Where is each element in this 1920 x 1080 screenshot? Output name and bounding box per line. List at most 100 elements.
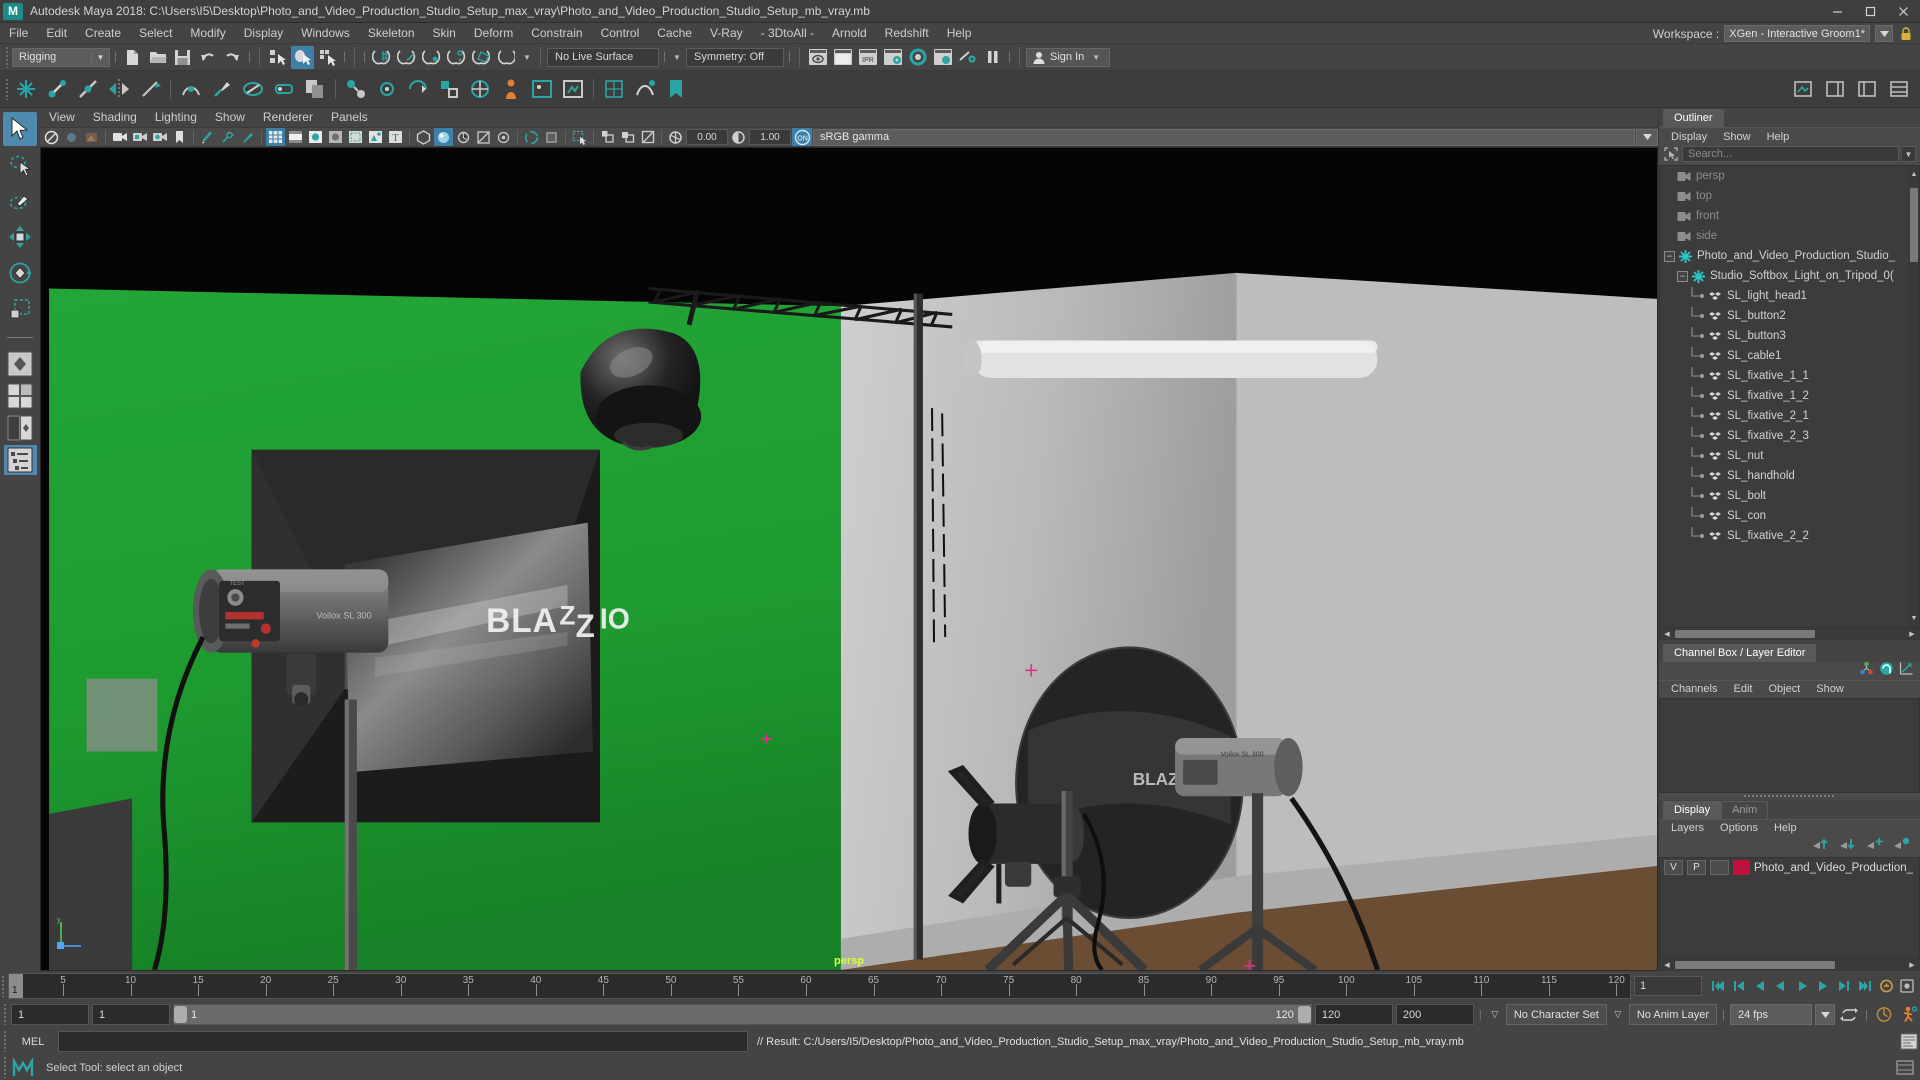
tab-outliner[interactable]: Outliner <box>1663 109 1724 127</box>
step-back-frame-icon[interactable] <box>1750 976 1770 996</box>
select-filter-icon[interactable] <box>1663 146 1679 162</box>
close-button[interactable] <box>1887 0 1920 23</box>
menu-control[interactable]: Control <box>592 23 649 44</box>
chevron-down-icon[interactable] <box>1875 25 1893 42</box>
outliner-item-sl-fixative-1-1[interactable]: SL_fixative_1_1 <box>1660 366 1919 386</box>
range-start-total-field[interactable]: 1 <box>11 1004 89 1025</box>
grease-pencil-icon[interactable] <box>198 128 217 146</box>
quick-layout-outliner-persp[interactable] <box>3 445 37 475</box>
scroll-down-icon[interactable]: ▼ <box>1908 613 1919 625</box>
menu-cache[interactable]: Cache <box>648 23 701 44</box>
use-all-lights-icon[interactable] <box>366 128 385 146</box>
scale-tool[interactable] <box>3 292 37 326</box>
render-settings-icon[interactable] <box>881 46 904 69</box>
gamma-icon[interactable] <box>729 128 748 146</box>
menu-select[interactable]: Select <box>130 23 181 44</box>
sign-in-button[interactable]: Sign In ▼ <box>1026 47 1111 67</box>
channelbox-menu-channels[interactable]: Channels <box>1663 683 1725 695</box>
move-layer-down-icon[interactable] <box>1839 837 1856 856</box>
motion-blur-icon[interactable] <box>454 128 473 146</box>
select-camera-icon[interactable] <box>42 128 61 146</box>
anim-layer-dropdown-icon[interactable]: ▽ <box>1610 1009 1626 1020</box>
outliner-item-persp[interactable]: persp <box>1660 166 1919 186</box>
outliner-item-photo-and-video-production-studio-[interactable]: − Photo_and_Video_Production_Studio_ <box>1660 246 1919 266</box>
lock-camera-icon[interactable] <box>62 128 81 146</box>
menu-help[interactable]: Help <box>938 23 981 44</box>
character-set-dropdown-icon[interactable]: ▽ <box>1487 1009 1503 1020</box>
rotate-tool[interactable] <box>3 256 37 290</box>
isolate-select-icon[interactable] <box>522 128 541 146</box>
snap-to-grid-icon[interactable] <box>370 46 393 69</box>
menu-create[interactable]: Create <box>76 23 130 44</box>
outliner-item-sl-cable1[interactable]: SL_cable1 <box>1660 346 1919 366</box>
interactive-bind-icon[interactable] <box>269 74 299 104</box>
character-animation-icon[interactable] <box>1898 1004 1920 1025</box>
outliner-item-sl-fixative-2-2[interactable]: SL_fixative_2_2 <box>1660 526 1919 546</box>
auto-keyframe-toggle-icon[interactable] <box>1876 976 1896 996</box>
paint-skin-weights-icon[interactable] <box>207 74 237 104</box>
scrollbar-thumb[interactable] <box>1675 629 1815 638</box>
undo-icon[interactable] <box>196 46 219 69</box>
character-set-field[interactable]: No Character Set <box>1505 1004 1607 1025</box>
layer-display-type-toggle[interactable] <box>1710 860 1729 875</box>
exposure-field[interactable]: 0.00 <box>686 129 728 145</box>
gamma-reset-icon[interactable] <box>618 128 637 146</box>
menu-constrain[interactable]: Constrain <box>522 23 591 44</box>
tree-collapse-icon[interactable]: − <box>1664 250 1675 262</box>
marquee-select-icon[interactable] <box>570 128 589 146</box>
tree-collapse-icon[interactable]: − <box>1677 270 1688 282</box>
orient-constraint-icon[interactable] <box>403 74 433 104</box>
paint-select-tool[interactable] <box>3 184 37 218</box>
shadows-icon[interactable] <box>414 128 433 146</box>
copy-weights-icon[interactable] <box>300 74 330 104</box>
range-end-total-field[interactable]: 200 <box>1395 1004 1474 1025</box>
menu-vray[interactable]: V-Ray <box>701 23 752 44</box>
ambient-occlusion-icon[interactable] <box>434 128 453 146</box>
select-object-icon[interactable] <box>291 45 314 69</box>
render-current-frame-icon[interactable] <box>831 46 854 69</box>
menu-3dtoall[interactable]: - 3DtoAll - <box>752 23 823 44</box>
outliner-item-sl-button2[interactable]: SL_button2 <box>1660 306 1919 326</box>
paint-effects-icon[interactable] <box>238 128 257 146</box>
scrollbar-thumb[interactable] <box>1675 961 1835 969</box>
view-transform-icon[interactable] <box>638 128 657 146</box>
channelbox-menu-edit[interactable]: Edit <box>1725 683 1760 695</box>
panel-menu-panels[interactable]: Panels <box>322 108 377 127</box>
color-space-field[interactable]: sRGB gamma <box>813 128 1635 146</box>
tab-anim-layers[interactable]: Anim <box>1721 800 1769 819</box>
symmetry-field[interactable]: Symmetry: Off <box>686 47 784 67</box>
panel-menu-lighting[interactable]: Lighting <box>146 108 206 127</box>
layer-color-swatch[interactable] <box>1733 860 1750 875</box>
step-forward-key-icon[interactable] <box>1834 976 1854 996</box>
scroll-left-icon[interactable]: ◀ <box>1661 959 1673 971</box>
outliner-search-input[interactable]: Search... <box>1682 146 1899 162</box>
layers-menu-help[interactable]: Help <box>1766 822 1805 834</box>
outliner-item-sl-bolt[interactable]: SL_bolt <box>1660 486 1919 506</box>
scroll-left-icon[interactable]: ◀ <box>1661 628 1673 640</box>
chevron-down-icon[interactable]: ▼ <box>520 53 534 62</box>
wireframe-shading-icon[interactable] <box>266 128 285 146</box>
panel-menu-shading[interactable]: Shading <box>84 108 146 127</box>
create-ik-handle-icon[interactable] <box>42 74 72 104</box>
layer-playback-toggle[interactable]: P <box>1687 860 1706 875</box>
channelbox-content[interactable] <box>1659 697 1920 793</box>
outliner-item-sl-nut[interactable]: SL_nut <box>1660 446 1919 466</box>
outliner-menu-show[interactable]: Show <box>1715 131 1759 143</box>
new-scene-icon[interactable] <box>121 46 144 69</box>
tab-channel-box-layer-editor[interactable]: Channel Box / Layer Editor <box>1663 643 1817 662</box>
quick-layout-two-pane[interactable] <box>4 413 37 443</box>
outliner-item-side[interactable]: side <box>1660 226 1919 246</box>
range-start-field[interactable]: 1 <box>92 1004 170 1025</box>
xray-text-icon[interactable]: T <box>386 128 405 146</box>
minimize-button[interactable] <box>1821 0 1854 23</box>
outliner-item-sl-fixative-2-1[interactable]: SL_fixative_2_1 <box>1660 406 1919 426</box>
play-backwards-icon[interactable] <box>1771 976 1791 996</box>
channel-box-icon[interactable] <box>1859 661 1874 681</box>
playback-speed-field[interactable]: 24 fps <box>1730 1004 1812 1025</box>
smooth-shade-selected-icon[interactable] <box>306 128 325 146</box>
smooth-bind-icon[interactable] <box>238 74 268 104</box>
anim-layer-field[interactable]: No Anim Layer <box>1628 1004 1717 1025</box>
menu-skin[interactable]: Skin <box>424 23 465 44</box>
scroll-right-icon[interactable]: ▶ <box>1906 628 1918 640</box>
shade-with-wireframe-icon[interactable] <box>326 128 345 146</box>
